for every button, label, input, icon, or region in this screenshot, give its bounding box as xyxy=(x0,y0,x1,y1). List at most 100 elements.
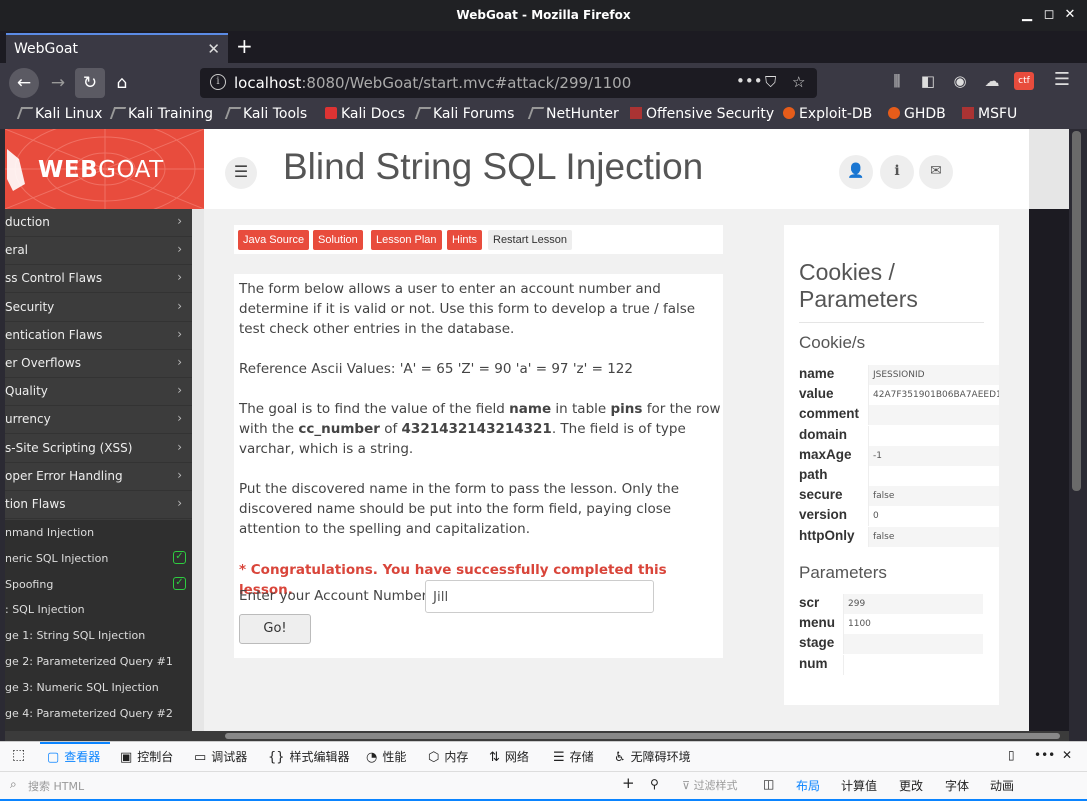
element-picker-icon[interactable]: ⬚ xyxy=(12,747,25,763)
sidebar-category[interactable]: oper Error Handling › xyxy=(5,463,192,491)
bookmark-kali-linux[interactable]: Kali Linux xyxy=(16,106,102,122)
bookmark-ghdb[interactable]: GHDB xyxy=(888,106,946,122)
bookmark-offensive-security[interactable]: Offensive Security xyxy=(630,106,774,122)
bookmark-kali-tools[interactable]: Kali Tools xyxy=(224,106,307,122)
minimize-button[interactable]: ▁ xyxy=(1019,7,1035,23)
account-icon[interactable]: ◉ xyxy=(950,72,970,90)
horizontal-scrollbar[interactable] xyxy=(5,731,1069,741)
library-icon[interactable]: ⫼ xyxy=(887,72,907,90)
java-source-button[interactable]: Java Source xyxy=(238,230,310,250)
pocket-icon[interactable]: ⛉ xyxy=(765,73,776,91)
sidebar-lesson[interactable]: ge 3: Numeric SQL Injection xyxy=(5,674,192,701)
site-info-icon[interactable]: i xyxy=(210,74,226,90)
bookmark-kali-docs[interactable]: Kali Docs xyxy=(325,106,405,122)
sidebar-category[interactable]: ss Control Flaws › xyxy=(5,265,192,294)
search-html-input[interactable]: 搜索 HTML xyxy=(28,778,84,794)
sidebar-category[interactable]: er Overflows › xyxy=(5,350,192,378)
add-node-icon[interactable]: + xyxy=(622,774,635,792)
tab-storage[interactable]: ☰ 存储 xyxy=(553,748,594,765)
sidebar-lesson-label: ge 2: Parameterized Query #1 xyxy=(5,655,173,668)
cookie-key: name xyxy=(799,366,835,381)
solution-button[interactable]: Solution xyxy=(313,230,363,250)
url-text[interactable]: localhost:8080/WebGoat/start.mvc#attack/… xyxy=(234,74,631,92)
reload-button[interactable]: ↻ xyxy=(75,68,105,98)
back-button[interactable]: ← xyxy=(9,68,39,98)
sidebar-category[interactable]: eral › xyxy=(5,237,192,266)
sidebar-toggle-icon[interactable]: ◧ xyxy=(918,72,938,90)
hints-button[interactable]: Hints xyxy=(447,230,483,250)
bookmark-star-icon[interactable]: ☆ xyxy=(792,73,805,91)
eyedropper-icon[interactable]: ⚲ xyxy=(650,777,659,791)
sidebar-lesson[interactable]: : SQL Injection xyxy=(5,597,192,624)
page-actions-icon[interactable]: ••• xyxy=(736,72,763,90)
menu-icon[interactable]: ☰ xyxy=(1052,69,1072,90)
tab-fonts[interactable]: 字体 xyxy=(945,777,969,794)
close-devtools-icon[interactable]: ✕ xyxy=(1062,748,1072,762)
search-icon: ⌕ xyxy=(10,777,17,791)
webgoat-logo[interactable]: WEBGOAT xyxy=(5,129,204,209)
logo-text: WEBGOAT xyxy=(38,157,164,183)
tab-label: WebGoat xyxy=(14,41,79,57)
parameter-row: num xyxy=(799,654,999,675)
tab-inspector[interactable]: ▢ 查看器 xyxy=(47,748,100,765)
sidebar-category[interactable]: duction › xyxy=(5,209,192,237)
sidebar-category[interactable]: Quality › xyxy=(5,378,192,407)
bookmark-kali-training[interactable]: Kali Training xyxy=(109,106,213,122)
tab-layout[interactable]: 布局 xyxy=(796,777,820,794)
devtools-menu-icon[interactable]: ••• xyxy=(1034,748,1055,762)
sidebar-category[interactable]: entication Flaws › xyxy=(5,322,192,350)
tab-webgoat[interactable]: WebGoat ✕ xyxy=(6,33,228,63)
tab-performance[interactable]: ◔ 性能 xyxy=(366,748,406,765)
tab-console[interactable]: ▣ 控制台 xyxy=(120,748,173,765)
maximize-button[interactable]: ◻ xyxy=(1041,7,1057,23)
sidebar-lesson[interactable]: nmand Injection xyxy=(5,520,192,546)
chevron-right-icon: › xyxy=(177,298,182,313)
restart-lesson-button[interactable]: Restart Lesson xyxy=(488,230,572,250)
sidebar-category[interactable]: tion Flaws › xyxy=(5,491,192,519)
ctf-extension-icon[interactable]: ctf xyxy=(1014,72,1034,90)
sidebar-lesson[interactable]: Spoofing ✓ xyxy=(5,571,192,598)
go-button[interactable]: Go! xyxy=(239,614,311,644)
sidebar-lesson[interactable]: ge 1: String SQL Injection xyxy=(5,623,192,650)
tab-memory[interactable]: ⬡ 内存 xyxy=(428,748,468,765)
bookmark-exploit-db[interactable]: Exploit-DB xyxy=(783,106,872,122)
account-number-input[interactable]: Jill xyxy=(425,580,654,613)
close-tab-icon[interactable]: ✕ xyxy=(207,40,220,58)
close-window-button[interactable]: ✕ xyxy=(1062,7,1078,23)
tab-network[interactable]: ⇅ 网络 xyxy=(489,748,529,765)
kali-dragon-icon xyxy=(224,107,242,119)
forward-button[interactable]: → xyxy=(43,68,73,98)
tab-accessibility[interactable]: ♿ 无障碍环境 xyxy=(614,748,691,765)
mail-icon[interactable]: ✉ xyxy=(919,155,953,189)
sidebar-category[interactable]: Security › xyxy=(5,294,192,322)
lesson-plan-button[interactable]: Lesson Plan xyxy=(371,230,442,250)
horizontal-scrollbar-thumb[interactable] xyxy=(225,733,1060,739)
cookie-row: secure false xyxy=(799,486,999,507)
sidebar-lesson[interactable]: ge 2: Parameterized Query #1 xyxy=(5,649,192,675)
tab-style-editor[interactable]: {} 样式编辑器 xyxy=(268,748,350,765)
sidebar-category[interactable]: s-Site Scripting (XSS) › xyxy=(5,435,192,463)
url-bar[interactable]: i localhost:8080/WebGoat/start.mvc#attac… xyxy=(200,68,817,98)
sidebar-category[interactable]: urrency › xyxy=(5,406,192,435)
user-icon[interactable]: 👤 xyxy=(839,155,873,189)
menu-toggle-button[interactable]: ☰ xyxy=(225,157,257,189)
info-icon[interactable]: i xyxy=(880,155,914,189)
extension-icon[interactable]: ☁ xyxy=(982,72,1002,90)
tab-computed[interactable]: 计算值 xyxy=(841,777,877,794)
toggle-pane-icon[interactable]: ◫ xyxy=(763,777,774,791)
tab-debugger[interactable]: ▭ 调试器 xyxy=(194,748,247,765)
cookie-key: version xyxy=(799,507,848,523)
home-button[interactable]: ⌂ xyxy=(107,68,137,98)
new-tab-button[interactable]: + xyxy=(236,34,253,58)
tab-changes[interactable]: 更改 xyxy=(899,777,923,794)
bookmark-msfu[interactable]: MSFU xyxy=(962,106,1017,122)
filter-styles-input[interactable]: ⊽ 过滤样式 xyxy=(682,777,738,793)
sidebar-lesson[interactable]: ge 4: Parameterized Query #2 xyxy=(5,700,192,727)
parameter-key: stage xyxy=(799,635,835,651)
bookmark-nethunter[interactable]: NetHunter xyxy=(527,106,619,122)
bookmark-kali-forums[interactable]: Kali Forums xyxy=(414,106,514,122)
vertical-scrollbar-thumb[interactable] xyxy=(1072,131,1081,491)
dock-options-icon[interactable]: ▯ xyxy=(1008,748,1015,762)
sidebar-lesson[interactable]: neric SQL Injection ✓ xyxy=(5,545,192,572)
tab-animations[interactable]: 动画 xyxy=(990,777,1014,794)
